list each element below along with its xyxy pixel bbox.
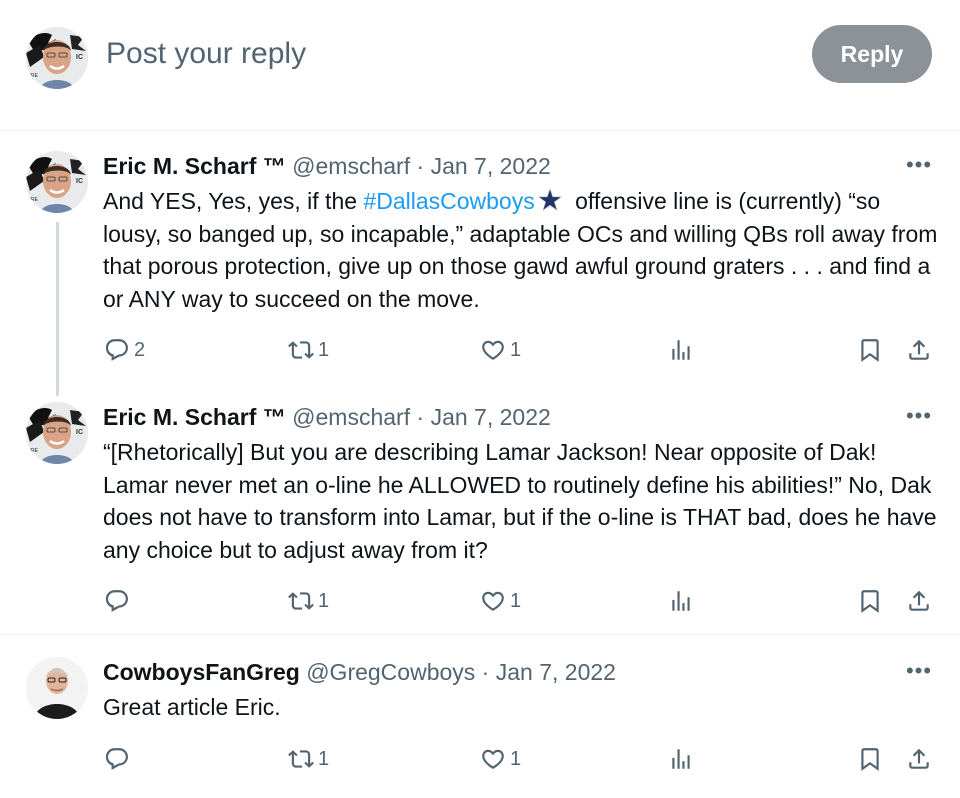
repost-count: 1 [318, 589, 330, 612]
repost-count: 1 [318, 747, 330, 770]
separator-dot: · [416, 404, 425, 430]
tweet-header: Eric M. Scharf ™ @emscharf · Jan 7, 2022 [103, 402, 551, 432]
like-count: 1 [510, 589, 522, 612]
user-avatar-image [26, 27, 88, 89]
views-icon [668, 588, 694, 614]
hashtag-link[interactable]: #DallasCowboys [363, 188, 534, 214]
like-action[interactable]: 1 [480, 743, 521, 775]
share-action[interactable] [906, 334, 932, 366]
avatar[interactable] [26, 151, 88, 213]
views-action[interactable] [668, 334, 694, 366]
repost-action[interactable]: 1 [288, 334, 329, 366]
user-avatar[interactable] [26, 27, 88, 89]
tweet-actions: 1 1 [0, 585, 960, 617]
like-icon [480, 337, 506, 363]
avatar-image [26, 657, 88, 719]
bookmark-icon [857, 588, 883, 614]
tweet-header: Eric M. Scharf ™ @emscharf · Jan 7, 2022 [103, 151, 551, 181]
author-handle[interactable]: @emscharf [292, 404, 410, 430]
avatar-image [26, 402, 88, 464]
repost-count: 1 [318, 338, 330, 361]
repost-action[interactable]: 1 [288, 743, 329, 775]
tweet-date[interactable]: Jan 7, 2022 [431, 153, 551, 179]
views-action[interactable] [668, 585, 694, 617]
tweet-header: CowboysFanGreg @GregCowboys · Jan 7, 202… [103, 657, 616, 687]
reply-icon [104, 588, 130, 614]
like-action[interactable]: 1 [480, 585, 521, 617]
reply-input[interactable]: Post your reply [106, 36, 306, 72]
more-icon[interactable]: ••• [904, 405, 934, 427]
author-handle[interactable]: @emscharf [292, 153, 410, 179]
author-handle[interactable]: @GregCowboys [306, 659, 475, 685]
repost-action[interactable]: 1 [288, 585, 329, 617]
tweet-date[interactable]: Jan 7, 2022 [496, 659, 616, 685]
separator-dot: · [481, 659, 490, 685]
views-icon [668, 746, 694, 772]
tweet-text-part: And YES, Yes, yes, if the [103, 188, 364, 214]
bookmark-icon [857, 337, 883, 363]
reply-action[interactable] [104, 585, 130, 617]
divider [0, 634, 960, 635]
author-name[interactable]: CowboysFanGreg [103, 659, 300, 685]
repost-icon [288, 746, 314, 772]
like-icon [480, 588, 506, 614]
share-action[interactable] [906, 585, 932, 617]
like-icon [480, 746, 506, 772]
bookmark-action[interactable] [857, 585, 883, 617]
more-icon[interactable]: ••• [904, 154, 934, 176]
tweet-text: Great article Eric. [103, 694, 281, 720]
tweet-text: And YES, Yes, yes, if the #DallasCowboys… [103, 185, 938, 315]
share-icon [906, 588, 932, 614]
tweet-text: “[Rhetorically] But you are describing L… [103, 439, 937, 563]
like-count: 1 [510, 338, 522, 361]
reply-count: 2 [134, 338, 146, 361]
bookmark-icon [857, 746, 883, 772]
tweet-actions: 1 1 [0, 743, 960, 775]
share-icon [906, 746, 932, 772]
reply-action[interactable] [104, 743, 130, 775]
repost-icon [288, 588, 314, 614]
bookmark-action[interactable] [857, 334, 883, 366]
share-icon [906, 337, 932, 363]
like-action[interactable]: 1 [480, 334, 521, 366]
author-name[interactable]: Eric M. Scharf ™ [103, 153, 286, 179]
like-count: 1 [510, 747, 522, 770]
reply-composer: Post your reply Reply [0, 0, 960, 131]
reply-icon [104, 746, 130, 772]
avatar[interactable] [26, 402, 88, 464]
avatar-image [26, 151, 88, 213]
reply-button[interactable]: Reply [812, 25, 932, 83]
bookmark-action[interactable] [857, 743, 883, 775]
views-icon [668, 337, 694, 363]
tweet-actions: 2 1 1 [0, 334, 960, 366]
more-icon[interactable]: ••• [904, 660, 934, 682]
repost-icon [288, 337, 314, 363]
views-action[interactable] [668, 743, 694, 775]
share-action[interactable] [906, 743, 932, 775]
cowboys-star-icon [537, 187, 563, 212]
reply-icon [104, 337, 130, 363]
tweet-date[interactable]: Jan 7, 2022 [431, 404, 551, 430]
author-name[interactable]: Eric M. Scharf ™ [103, 404, 286, 430]
thread-connector [56, 222, 59, 396]
avatar[interactable] [26, 657, 88, 719]
reply-action[interactable]: 2 [104, 334, 145, 366]
separator-dot: · [416, 153, 425, 179]
